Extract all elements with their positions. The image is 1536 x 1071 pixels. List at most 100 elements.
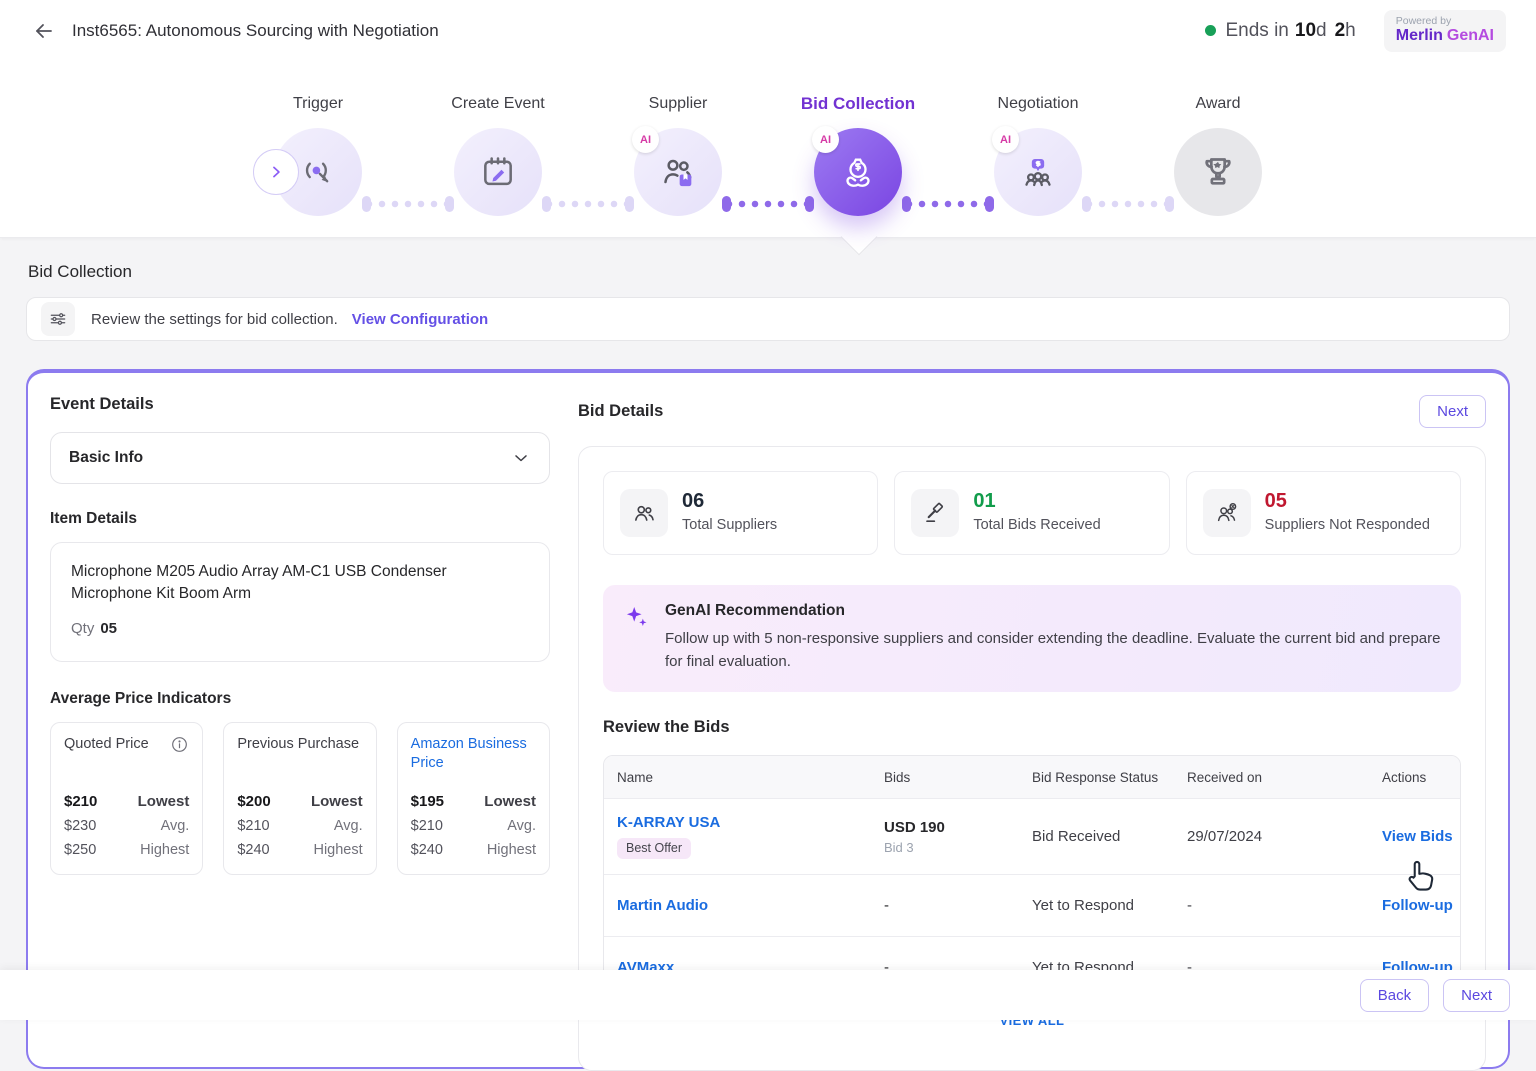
step-negotiation-circle[interactable]: AI [994, 128, 1082, 216]
chevron-right-icon [266, 162, 286, 182]
brand-genai: GenAI [1447, 27, 1494, 44]
top-band: Inst6565: Autonomous Sourcing with Negot… [0, 0, 1536, 238]
previous-purchase-card: Previous Purchase $200Lowest $210Avg. $2… [223, 722, 376, 875]
bid-collection-panel: Event Details Basic Info Item Details Mi… [26, 369, 1510, 1069]
settings-banner-text: Review the settings for bid collection. [91, 311, 338, 328]
price-label: Lowest [138, 793, 190, 810]
hand-cursor-icon [1400, 856, 1438, 894]
supplier-link[interactable]: K-ARRAY USA [617, 814, 720, 831]
ends-days-unit: d [1316, 20, 1327, 42]
brand-merlin: Merlin [1396, 27, 1443, 44]
calendar-edit-icon [479, 153, 517, 191]
price-indicators-title: Average Price Indicators [50, 690, 550, 708]
step-bid-collection: Bid Collection AI [768, 94, 948, 216]
supplier-link[interactable]: Martin Audio [617, 897, 708, 914]
col-actions: Actions [1382, 770, 1460, 785]
bid-collection-icon [838, 152, 878, 192]
topbar: Inst6565: Autonomous Sourcing with Negot… [0, 0, 1536, 62]
price-label: Avg. [507, 818, 536, 834]
price-label: Highest [140, 842, 189, 858]
brand-logo: MerlinGenAI [1396, 27, 1494, 45]
topbar-right: Ends in 10 d 2 h Powered by MerlinGenAI [1205, 10, 1507, 52]
ends-hours-unit: h [1345, 20, 1356, 42]
basic-info-select[interactable]: Basic Info [50, 432, 550, 484]
bids-table-header: Name Bids Bid Response Status Received o… [604, 756, 1460, 798]
not-responded-value: 05 [1265, 490, 1430, 513]
ends-days-value: 10 [1295, 20, 1316, 42]
stepper-steps: Trigger Create Event [228, 94, 1308, 216]
total-bids-value: 01 [973, 490, 1100, 513]
total-suppliers-stat: 06 Total Suppliers [603, 471, 878, 555]
total-suppliers-label: Total Suppliers [682, 516, 777, 536]
step-bid-collection-circle[interactable]: AI [814, 128, 902, 216]
amazon-business-price-title[interactable]: Amazon Business Price [411, 735, 536, 773]
bid-status: Yet to Respond [1032, 897, 1187, 914]
total-suppliers-value: 06 [682, 490, 777, 513]
step-supplier: Supplier AI [588, 94, 768, 216]
price-label: Highest [313, 842, 362, 858]
step-trigger-label: Trigger [293, 94, 343, 114]
step-award-label: Award [1195, 94, 1240, 114]
price-value: $195 [411, 793, 444, 810]
users-x-icon [1203, 489, 1251, 537]
step-create-event-label: Create Event [451, 94, 544, 114]
ai-badge: AI [992, 126, 1019, 153]
col-status: Bid Response Status [1032, 770, 1187, 785]
ai-badge: AI [632, 126, 659, 153]
bid-count: Bid 3 [884, 840, 1032, 855]
total-bids-label: Total Bids Received [973, 516, 1100, 536]
item-quantity: Qty05 [71, 620, 529, 637]
previous-purchase-title: Previous Purchase [237, 735, 359, 754]
supplier-users-icon [658, 152, 698, 192]
amazon-business-price-card: Amazon Business Price $195Lowest $210Avg… [397, 722, 550, 875]
trigger-icon [299, 153, 337, 191]
chevron-down-icon [511, 448, 531, 468]
step-award: Award [1128, 94, 1308, 216]
col-name: Name [617, 770, 884, 785]
bid-amount: USD 190 [884, 819, 1032, 836]
price-value: $240 [237, 842, 269, 858]
not-responded-label: Suppliers Not Responded [1265, 516, 1430, 536]
price-label: Avg. [334, 818, 363, 834]
follow-up-link[interactable]: Follow-up [1382, 897, 1453, 914]
step-create-event-circle[interactable] [454, 128, 542, 216]
back-arrow-icon [32, 19, 56, 43]
bids-table: Name Bids Bid Response Status Received o… [603, 755, 1461, 999]
price-label: Lowest [484, 793, 536, 810]
received-date: - [1187, 897, 1382, 914]
workflow-stepper: Trigger Create Event [228, 62, 1308, 216]
table-row: Martin Audio - Yet to Respond - Follow-u… [604, 874, 1460, 936]
best-offer-badge: Best Offer [617, 838, 691, 859]
section-title: Bid Collection [28, 262, 1508, 282]
view-bids-link[interactable]: View Bids [1382, 828, 1453, 845]
footer-bar: Back Next [0, 970, 1536, 1020]
back-button-footer[interactable]: Back [1360, 979, 1429, 1012]
price-value: $230 [64, 818, 96, 834]
review-bids-title: Review the Bids [603, 718, 1461, 737]
col-received: Received on [1187, 770, 1382, 785]
price-label: Avg. [161, 818, 190, 834]
quoted-price-card: Quoted Price $210Lowest $230Avg. $250Hig… [50, 722, 203, 875]
genai-title: GenAI Recommendation [665, 602, 1441, 620]
bid-details-next-button[interactable]: Next [1419, 395, 1486, 428]
price-value: $210 [64, 793, 97, 810]
step-supplier-label: Supplier [649, 94, 708, 114]
step-negotiation-label: Negotiation [998, 94, 1079, 114]
step-negotiation: Negotiation AI [948, 94, 1128, 216]
item-details-title: Item Details [50, 510, 550, 528]
step-bid-collection-label: Bid Collection [801, 94, 915, 114]
bid-details-title: Bid Details [578, 402, 663, 421]
basic-info-label: Basic Info [69, 449, 143, 467]
negotiation-icon [1018, 152, 1058, 192]
step-supplier-circle[interactable]: AI [634, 128, 722, 216]
back-button[interactable] [30, 17, 58, 45]
next-button-footer[interactable]: Next [1443, 979, 1510, 1012]
sparkles-icon [623, 604, 649, 673]
step-award-circle[interactable] [1174, 128, 1262, 216]
bid-amount: - [884, 897, 1032, 914]
info-icon[interactable] [170, 735, 189, 754]
view-configuration-link[interactable]: View Configuration [352, 311, 488, 328]
status-dot-icon [1205, 25, 1216, 36]
stepper-collapse-button[interactable] [253, 149, 299, 195]
gavel-icon [911, 489, 959, 537]
